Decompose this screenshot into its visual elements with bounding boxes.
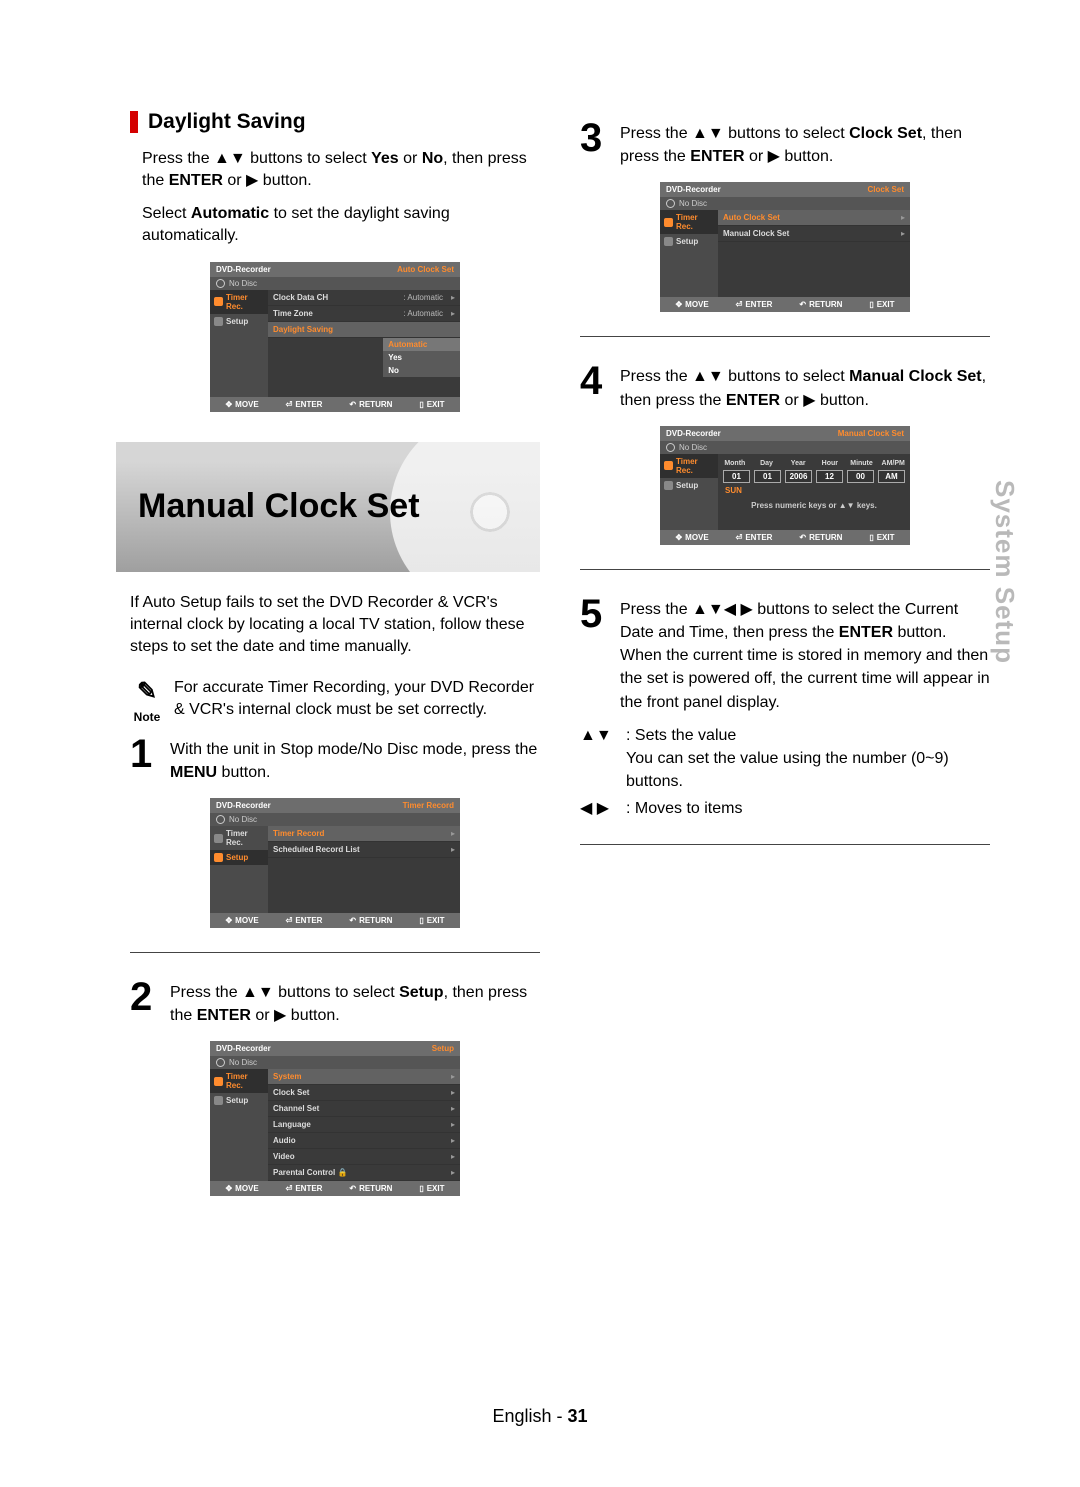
gear-icon [664, 237, 673, 246]
banner-title: Manual Clock Set [138, 487, 420, 526]
gear-icon [214, 317, 223, 326]
heading-text: Daylight Saving [148, 110, 306, 134]
step-number: 5 [580, 594, 620, 714]
step-number: 3 [580, 118, 620, 168]
note-block: ✎ Note For accurate Timer Recording, you… [130, 677, 540, 724]
divider [580, 844, 990, 845]
gear-icon [214, 853, 223, 862]
leftright-symbol: ◀ ▶ [580, 797, 626, 820]
lock-icon: 🔒 [337, 1168, 347, 1177]
symbol-legend: ▲▼ : Sets the valueYou can set the value… [580, 724, 990, 821]
step-1: 1 With the unit in Stop mode/No Disc mod… [130, 734, 540, 784]
page-footer: English - 31 [0, 1406, 1080, 1427]
step-number: 1 [130, 734, 170, 784]
divider [130, 952, 540, 953]
gear-icon [664, 481, 673, 490]
osd-auto-clock-set: DVD-RecorderAuto Clock Set No Disc Timer… [210, 262, 460, 412]
manual-clock-set-banner: Manual Clock Set [116, 442, 540, 572]
osd-side-setup: Setup [210, 314, 268, 329]
osd-timer-record: DVD-RecorderTimer Record No Disc Timer R… [210, 798, 460, 928]
disc-icon [666, 199, 675, 208]
clock-icon [664, 218, 673, 227]
updown-symbol: ▲▼ [580, 724, 626, 794]
step-2: 2 Press the ▲▼ buttons to select Setup, … [130, 977, 540, 1027]
note-icon: ✎ [130, 677, 164, 706]
note-text: For accurate Timer Recording, your DVD R… [174, 677, 540, 722]
disc-icon [666, 443, 675, 452]
clock-icon [214, 834, 223, 843]
page: System Setup Daylight Saving Press the ▲… [0, 0, 1080, 1487]
osd-setup: DVD-RecorderSetup No Disc Timer Rec. Set… [210, 1041, 460, 1196]
disc-icon [216, 815, 225, 824]
step-number: 4 [580, 361, 620, 411]
note-label: Note [130, 710, 164, 724]
gear-icon [214, 1096, 223, 1105]
osd-clock-set: DVD-RecorderClock Set No Disc Timer Rec.… [660, 182, 910, 312]
osd-side-timer-rec: Timer Rec. [660, 210, 718, 234]
step-3: 3 Press the ▲▼ buttons to select Clock S… [580, 118, 990, 168]
clock-icon [214, 1077, 223, 1086]
osd-manual-clock-set: DVD-RecorderManual Clock Set No Disc Tim… [660, 426, 910, 545]
divider [580, 336, 990, 337]
osd-side-timer-rec: Timer Rec. [210, 1069, 268, 1093]
daylight-paragraph-1: Press the ▲▼ buttons to select Yes or No… [142, 148, 540, 193]
divider [580, 569, 990, 570]
osd-dropdown: Automatic Yes No [383, 338, 460, 377]
clock-icon [214, 297, 223, 306]
clock-icon [664, 461, 673, 470]
osd-side-setup: Setup [210, 850, 268, 865]
disc-icon [216, 279, 225, 288]
osd-side-timer-rec: Timer Rec. [210, 826, 268, 850]
heading-accent-bar [130, 111, 138, 133]
daylight-paragraph-2: Select Automatic to set the daylight sav… [142, 203, 540, 248]
osd-side-setup: Setup [660, 478, 718, 493]
osd-side-timer-rec: Timer Rec. [660, 454, 718, 478]
step-number: 2 [130, 977, 170, 1027]
side-tab-system-setup: System Setup [989, 480, 1020, 664]
osd-side-setup: Setup [210, 1093, 268, 1108]
osd-side-timer-rec: Timer Rec. [210, 290, 268, 314]
step-5: 5 Press the ▲▼◀ ▶ buttons to select the … [580, 594, 990, 714]
step-4: 4 Press the ▲▼ buttons to select Manual … [580, 361, 990, 411]
right-column: 3 Press the ▲▼ buttons to select Clock S… [580, 110, 990, 1216]
osd-side-setup: Setup [660, 234, 718, 249]
daylight-saving-heading: Daylight Saving [130, 110, 540, 134]
left-column: Daylight Saving Press the ▲▼ buttons to … [130, 110, 540, 1216]
disc-icon [216, 1058, 225, 1067]
manual-intro: If Auto Setup fails to set the DVD Recor… [130, 592, 540, 659]
